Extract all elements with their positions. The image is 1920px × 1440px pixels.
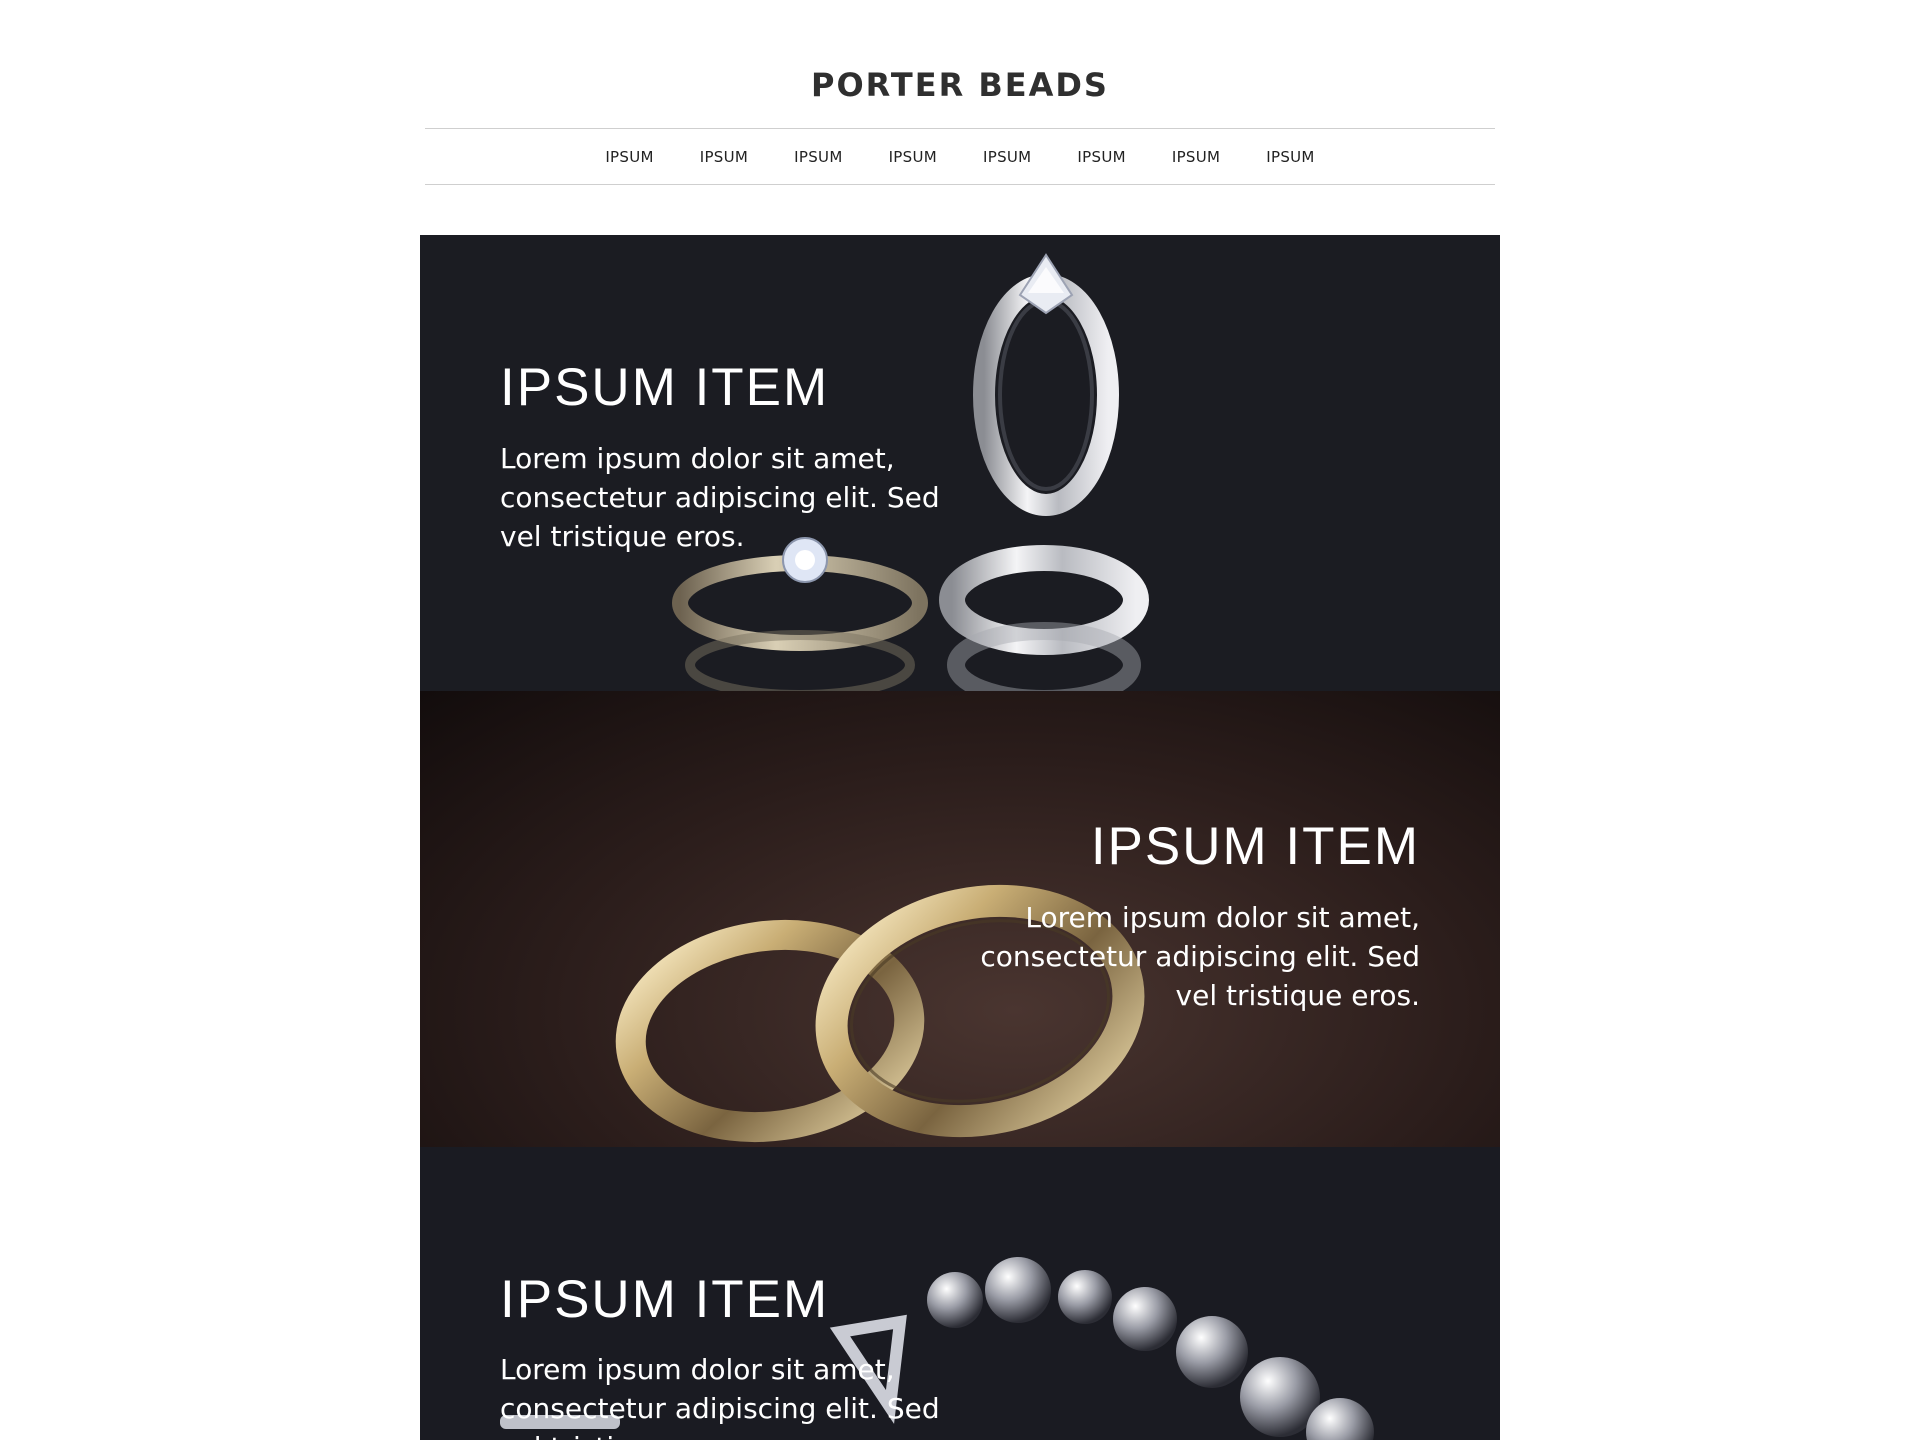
hero-description: Lorem ipsum dolor sit amet, consectetur … <box>500 442 940 553</box>
hero-section-1: IPSUM ITEM Lorem ipsum dolor sit amet, c… <box>420 235 1500 691</box>
hero-description: Lorem ipsum dolor sit amet, consectetur … <box>980 901 1420 1012</box>
hero-title: IPSUM ITEM <box>500 1270 830 1329</box>
page: PORTER BEADS IPSUM IPSUM IPSUM IPSUM IPS… <box>0 0 1920 1440</box>
nav-item-4[interactable]: IPSUM <box>889 148 937 166</box>
hero-title: IPSUM ITEM <box>500 358 830 417</box>
main-nav: IPSUM IPSUM IPSUM IPSUM IPSUM IPSUM IPSU… <box>425 128 1495 185</box>
nav-item-7[interactable]: IPSUM <box>1172 148 1220 166</box>
nav-item-2[interactable]: IPSUM <box>700 148 748 166</box>
nav-item-6[interactable]: IPSUM <box>1077 148 1125 166</box>
hero-section-2: IPSUM ITEM Lorem ipsum dolor sit amet, c… <box>420 691 1500 1147</box>
hero-description: Lorem ipsum dolor sit amet, consectetur … <box>500 1353 940 1440</box>
nav-item-5[interactable]: IPSUM <box>983 148 1031 166</box>
nav-item-8[interactable]: IPSUM <box>1266 148 1314 166</box>
nav-item-3[interactable]: IPSUM <box>794 148 842 166</box>
nav-item-1[interactable]: IPSUM <box>605 148 653 166</box>
brand-logo[interactable]: PORTER BEADS <box>425 66 1495 104</box>
hero-section-3: IPSUM ITEM Lorem ipsum dolor sit amet, c… <box>420 1147 1500 1440</box>
hero-title: IPSUM ITEM <box>1090 817 1420 876</box>
